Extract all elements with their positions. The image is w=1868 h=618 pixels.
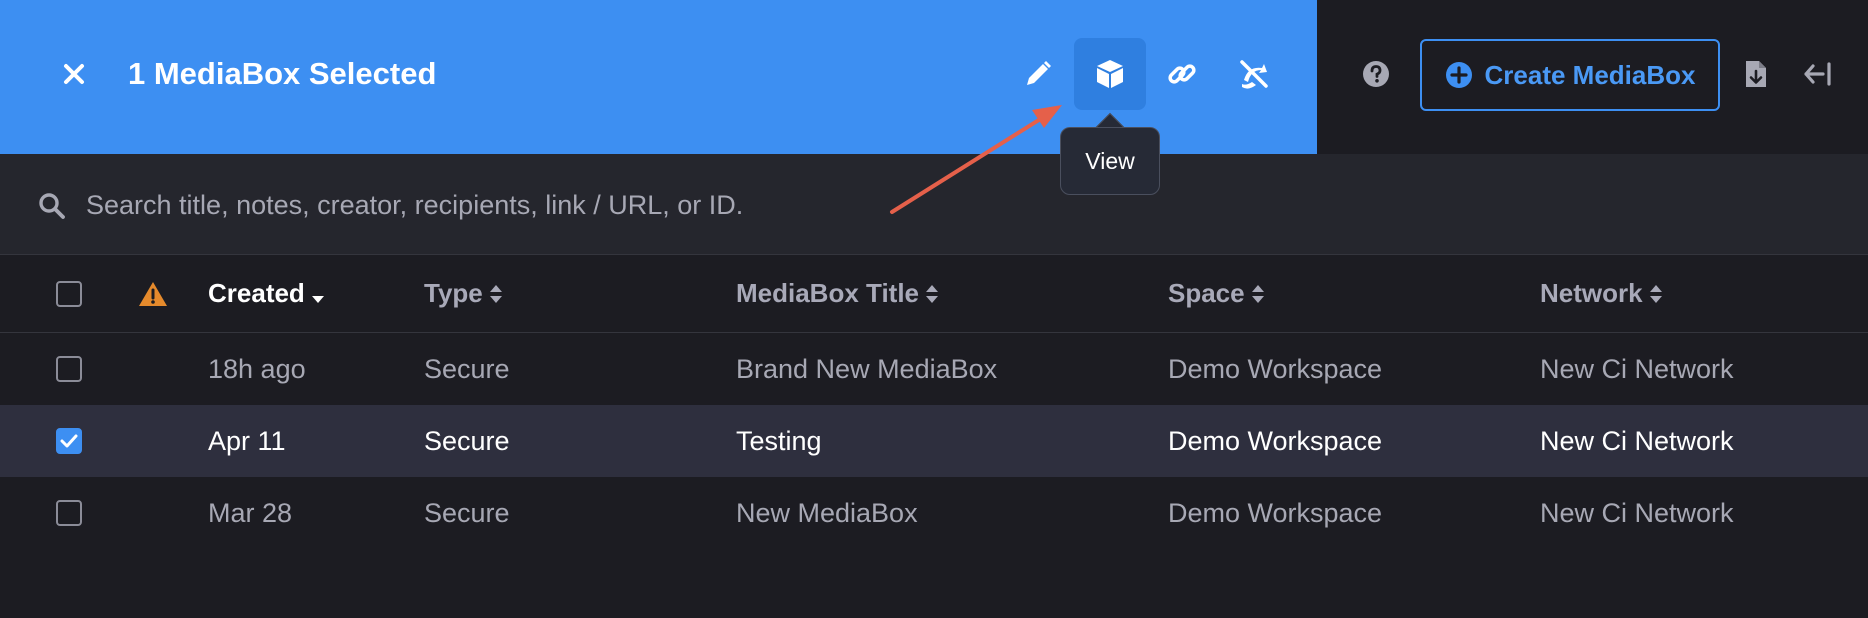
cell-network: New Ci Network — [1540, 353, 1734, 384]
column-header-created-label: Created — [208, 278, 305, 308]
checkmark-icon — [60, 434, 78, 448]
create-mediabox-label: Create MediaBox — [1484, 59, 1696, 90]
cell-space: Demo Workspace — [1168, 425, 1383, 456]
collapse-panel-button[interactable] — [1800, 56, 1836, 92]
cell-network: New Ci Network — [1540, 497, 1734, 528]
close-icon — [64, 64, 84, 84]
column-header-network-label: Network — [1540, 278, 1643, 308]
row-checkbox-checked[interactable] — [56, 428, 82, 454]
table-header: Created Type MediaBox Title Space Networ… — [0, 255, 1868, 333]
export-button[interactable] — [1738, 56, 1774, 92]
column-header-title[interactable]: MediaBox Title — [736, 255, 939, 332]
sort-icon — [1251, 284, 1264, 303]
cell-created: 18h ago — [208, 353, 306, 384]
search-icon — [39, 193, 65, 219]
search-input[interactable] — [86, 179, 1786, 231]
cell-space: Demo Workspace — [1168, 497, 1383, 528]
column-header-type-label: Type — [424, 278, 483, 308]
help-icon — [1363, 61, 1389, 87]
cell-space: Demo Workspace — [1168, 353, 1383, 384]
cell-title: Testing — [736, 425, 822, 456]
sort-icon — [1649, 284, 1662, 303]
sort-icon — [489, 284, 502, 303]
plus-circle-icon — [1445, 62, 1472, 88]
table-row[interactable]: Mar 28 Secure New MediaBox Demo Workspac… — [0, 477, 1868, 549]
disable-link-icon — [1240, 60, 1268, 89]
row-checkbox[interactable] — [56, 500, 82, 526]
mediabox-table: Created Type MediaBox Title Space Networ… — [0, 255, 1868, 549]
cell-type: Secure — [424, 425, 510, 456]
cell-created: Mar 28 — [208, 497, 293, 528]
selection-title: 1 MediaBox Selected — [128, 56, 437, 91]
sort-icon — [926, 284, 939, 303]
column-header-space[interactable]: Space — [1168, 255, 1265, 332]
close-selection-button[interactable] — [56, 52, 92, 96]
column-header-type[interactable]: Type — [424, 255, 503, 332]
cell-type: Secure — [424, 353, 510, 384]
help-button[interactable] — [1358, 56, 1394, 92]
cell-type: Secure — [424, 497, 510, 528]
file-download-icon — [1746, 61, 1766, 87]
cell-created: Apr 11 — [208, 425, 286, 456]
column-header-title-label: MediaBox Title — [736, 278, 920, 308]
edit-pencil-icon — [1027, 61, 1051, 85]
disable-link-button[interactable] — [1218, 38, 1290, 110]
warning-icon — [139, 281, 167, 306]
cell-title: New MediaBox — [736, 497, 918, 528]
create-mediabox-button[interactable]: Create MediaBox — [1420, 39, 1720, 111]
cell-title: Brand New MediaBox — [736, 353, 998, 384]
search-bar — [0, 154, 1868, 255]
arrow-to-left-icon — [1804, 62, 1831, 86]
view-tooltip: View — [1060, 127, 1160, 195]
cell-network: New Ci Network — [1540, 425, 1734, 456]
top-bar: 1 MediaBox Selected Create MediaBox — [0, 0, 1868, 154]
row-checkbox[interactable] — [56, 356, 82, 382]
sort-desc-icon — [311, 295, 324, 303]
copy-link-button[interactable] — [1146, 38, 1218, 110]
link-icon — [1168, 64, 1196, 84]
table-row-selected[interactable]: Apr 11 Secure Testing Demo Workspace New… — [0, 405, 1868, 477]
column-header-space-label: Space — [1168, 278, 1245, 308]
select-all-checkbox[interactable] — [56, 280, 82, 307]
edit-button[interactable] — [1002, 38, 1074, 110]
view-button[interactable] — [1074, 38, 1146, 110]
view-cube-icon — [1097, 60, 1123, 88]
column-header-created[interactable]: Created — [208, 255, 325, 332]
table-row[interactable]: 18h ago Secure Brand New MediaBox Demo W… — [0, 333, 1868, 405]
column-header-network[interactable]: Network — [1540, 255, 1663, 332]
